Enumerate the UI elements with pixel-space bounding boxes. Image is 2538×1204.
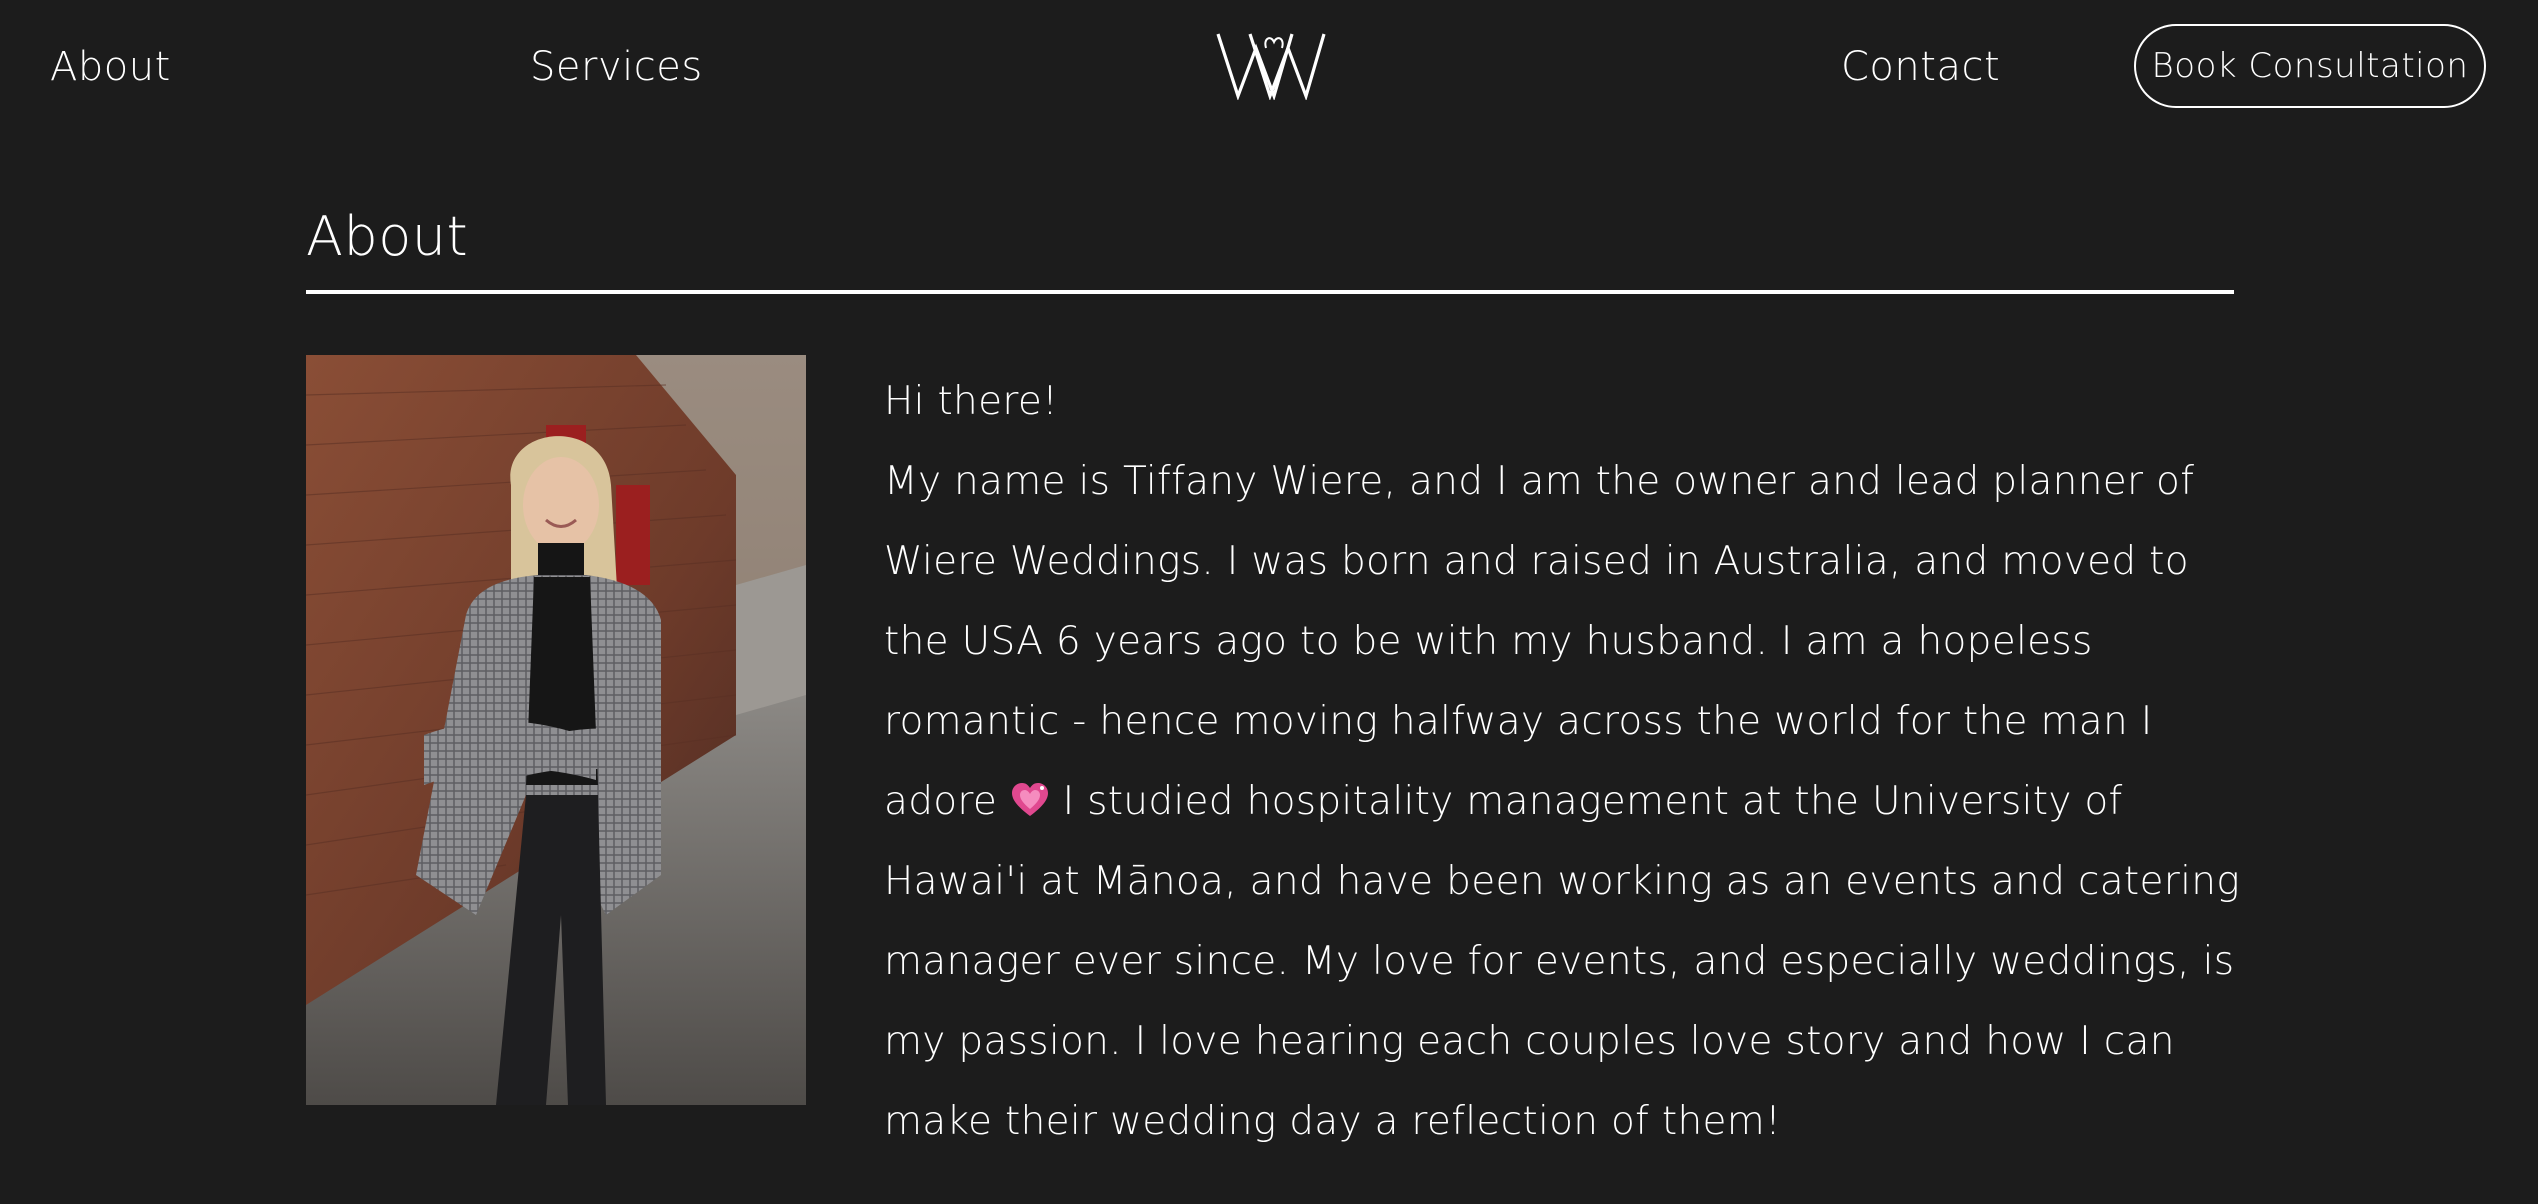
section-divider: [306, 290, 2234, 294]
book-consultation-button[interactable]: Book Consultation: [2134, 24, 2486, 108]
bio-text-part1: My name is Tiffany Wiere, and I am the o…: [884, 459, 2195, 824]
about-bio-text: Hi there! My name is Tiffany Wiere, and …: [884, 362, 2264, 1162]
nav-contact-link[interactable]: Contact: [1841, 40, 2000, 94]
bio-greeting: Hi there!: [884, 379, 1059, 424]
bio-paragraph: My name is Tiffany Wiere, and I am the o…: [884, 442, 2264, 1162]
page: About Services Contact Book Consultation…: [0, 0, 2538, 1204]
sparkling-heart-icon: [1011, 783, 1048, 816]
about-section-title: About: [306, 205, 469, 268]
portrait-photo: [306, 355, 806, 1105]
bio-text-part2: I studied hospitality management at the …: [884, 779, 2240, 1144]
nav-services-link[interactable]: Services: [530, 40, 703, 94]
nav-about-link[interactable]: About: [50, 40, 171, 94]
w-monogram-logo-icon[interactable]: [1216, 30, 1326, 100]
